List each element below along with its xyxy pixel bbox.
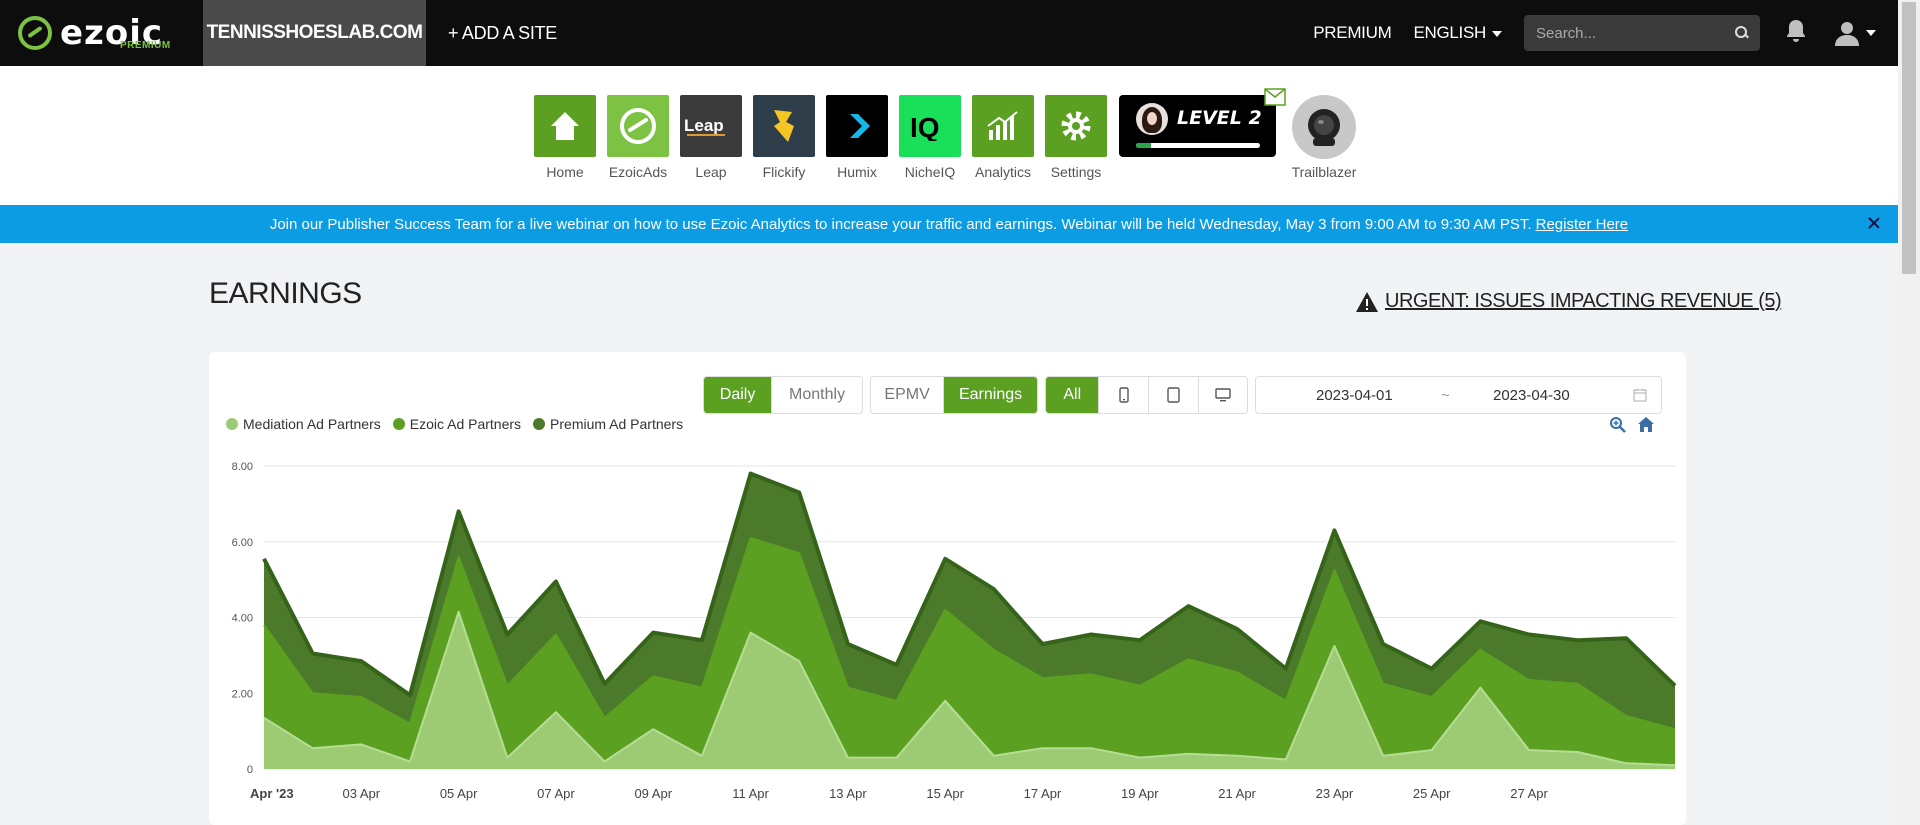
- ezoic-logo-icon: [18, 16, 52, 50]
- x-tick-label: 15 Apr: [926, 786, 964, 801]
- x-tick-label: Apr '23: [250, 786, 294, 801]
- x-tick-label: 19 Apr: [1121, 786, 1159, 801]
- settings-icon: [1045, 95, 1107, 157]
- add-site-link[interactable]: + ADD A SITE: [448, 23, 557, 44]
- earnings-chart-card: Daily Monthly EPMV Earnings All 2023-04-…: [209, 352, 1686, 825]
- x-tick-label: 25 Apr: [1413, 786, 1451, 801]
- app-flickify[interactable]: Flickify: [753, 95, 815, 180]
- app-nicheiq[interactable]: IQ NicheIQ: [899, 95, 961, 180]
- trailblazer-app[interactable]: Trailblazer: [1291, 95, 1357, 180]
- app-label: NicheIQ: [904, 164, 956, 180]
- current-site-tab[interactable]: TENNISSHOESLAB.COM: [203, 0, 426, 66]
- leap-icon: Leap: [680, 95, 742, 157]
- x-tick-label: 21 Apr: [1218, 786, 1256, 801]
- app-leap[interactable]: Leap Leap: [680, 95, 742, 180]
- analytics-icon: [972, 95, 1034, 157]
- user-menu[interactable]: [1834, 20, 1876, 46]
- language-label: ENGLISH: [1413, 23, 1486, 42]
- x-tick-label: 07 Apr: [537, 786, 575, 801]
- humix-icon: [826, 95, 888, 157]
- level-progress-fill: [1136, 143, 1151, 148]
- ezoic-icon: [607, 95, 669, 157]
- app-ezoicads[interactable]: EzoicAds: [607, 95, 669, 180]
- earnings-area-chart: 0 2.00 4.00 6.00 8.00 Apr '23 03 Apr 05 Apr 07 A…: [232, 461, 1677, 801]
- svg-text:IQ: IQ: [910, 112, 940, 141]
- logo-premium-tag: PREMIUM: [120, 40, 171, 51]
- app-label: Leap: [695, 164, 727, 180]
- close-icon[interactable]: [1866, 215, 1882, 231]
- level-progress-bar: [1136, 143, 1260, 148]
- x-tick-label: 13 Apr: [829, 786, 867, 801]
- top-navbar: ezoic PREMIUM TENNISSHOESLAB.COM + ADD A…: [0, 0, 1898, 66]
- x-tick-label: 03 Apr: [343, 786, 381, 801]
- app-label: Flickify: [762, 164, 806, 180]
- level-badge[interactable]: LEVEL 2: [1119, 95, 1276, 157]
- notifications-bell-icon[interactable]: [1784, 18, 1808, 49]
- trailblazer-label: Trailblazer: [1291, 164, 1357, 180]
- astronaut-icon: [1292, 95, 1356, 159]
- x-tick-label: 11 Apr: [732, 786, 769, 801]
- app-label: Home: [546, 164, 584, 180]
- search-input[interactable]: [1536, 24, 1735, 42]
- page-title: EARNINGS: [209, 277, 362, 310]
- app-settings[interactable]: Settings: [1045, 95, 1107, 180]
- search-box: [1524, 15, 1760, 51]
- ezoic-logo[interactable]: ezoic PREMIUM: [0, 0, 203, 66]
- x-tick-label: 17 Apr: [1024, 786, 1062, 801]
- app-humix[interactable]: Humix: [826, 95, 888, 180]
- flickify-icon: [753, 95, 815, 157]
- language-dropdown[interactable]: ENGLISH: [1413, 23, 1502, 43]
- y-tick-label: 6.00: [232, 537, 253, 549]
- level-label: LEVEL 2: [1177, 107, 1262, 129]
- search-icon[interactable]: [1735, 26, 1748, 40]
- nicheiq-icon: IQ: [899, 95, 961, 157]
- banner-text: Join our Publisher Success Team for a li…: [269, 215, 1532, 233]
- app-home[interactable]: Home: [534, 95, 596, 180]
- mail-icon[interactable]: [1264, 88, 1286, 106]
- app-analytics[interactable]: Analytics: [972, 95, 1034, 180]
- page-scrollbar[interactable]: [1898, 0, 1920, 825]
- y-tick-label: 4.00: [232, 613, 253, 625]
- x-tick-label: 09 Apr: [634, 786, 672, 801]
- warning-icon: [1356, 291, 1378, 312]
- chevron-down-icon: [1492, 30, 1502, 37]
- register-link[interactable]: Register Here: [1536, 216, 1629, 233]
- app-label: EzoicAds: [608, 164, 668, 180]
- y-tick-label: 8.00: [232, 461, 253, 473]
- x-tick-label: 23 Apr: [1316, 786, 1354, 801]
- urgent-label: URGENT: ISSUES IMPACTING REVENUE (5): [1385, 290, 1782, 312]
- x-tick-label: 05 Apr: [440, 786, 478, 801]
- scrollbar-thumb[interactable]: [1902, 2, 1916, 274]
- webinar-banner: Join our Publisher Success Team for a li…: [0, 205, 1898, 243]
- x-tick-label: 27 Apr: [1510, 786, 1548, 801]
- avatar: [1136, 103, 1168, 135]
- app-label: Humix: [837, 164, 877, 180]
- app-label: Settings: [1050, 164, 1102, 180]
- app-label: Analytics: [974, 164, 1032, 180]
- y-tick-label: 0: [247, 764, 253, 776]
- chevron-down-icon: [1866, 30, 1876, 36]
- urgent-issues-link[interactable]: URGENT: ISSUES IMPACTING REVENUE (5): [1355, 290, 1782, 313]
- premium-link[interactable]: PREMIUM: [1313, 23, 1391, 43]
- user-icon: [1835, 22, 1859, 46]
- svg-text:Leap: Leap: [684, 116, 724, 135]
- y-tick-label: 2.00: [232, 688, 253, 700]
- home-icon: [534, 95, 596, 157]
- app-launcher-bar: Home EzoicAds Leap Leap Flickify Humix IQ Niche…: [0, 66, 1898, 205]
